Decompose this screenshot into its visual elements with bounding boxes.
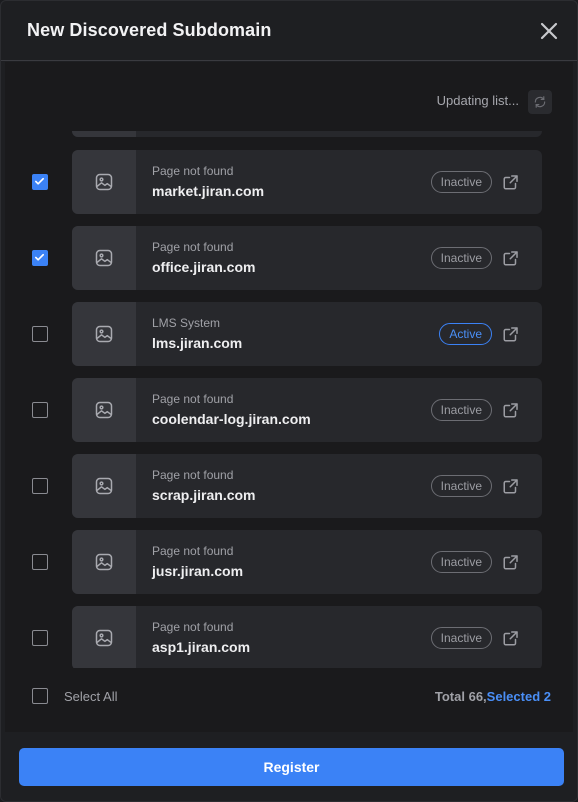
item-checkbox[interactable] <box>32 174 48 190</box>
subdomain-name: office.jiran.com <box>152 259 256 275</box>
subdomain-card[interactable]: Page not found coolendar-log.jiran.com Ina… <box>72 378 542 442</box>
list-item[interactable]: Page not found scrap.jiran.com Inactive <box>5 454 573 518</box>
list-item[interactable]: Page not found office.jiran.com Inactive <box>5 226 573 290</box>
external-link-icon[interactable] <box>502 249 520 267</box>
status-badge: Active <box>439 323 492 345</box>
subdomain-list[interactable]: Page not found market.jiran.com Inactive Pa… <box>5 131 573 668</box>
image-placeholder-icon <box>72 302 136 366</box>
image-placeholder-icon <box>72 378 136 442</box>
external-link-icon[interactable] <box>502 401 520 419</box>
item-checkbox[interactable] <box>32 326 48 342</box>
subdomain-name: lms.jiran.com <box>152 335 243 351</box>
select-all-checkbox[interactable] <box>32 688 48 704</box>
total-count: Total 66, <box>434 689 487 704</box>
item-checkbox[interactable] <box>32 630 48 646</box>
image-placeholder-icon <box>72 150 136 214</box>
page-title-text: Page not found <box>152 392 234 406</box>
page-title-text: Page not found <box>152 620 234 634</box>
list-item[interactable]: Page not found jusr.jiran.com Inactive <box>5 530 573 594</box>
close-icon[interactable] <box>537 19 561 43</box>
page-title-text: Page not found <box>152 164 234 178</box>
subdomain-card[interactable]: LMS System lms.jiran.com Active <box>72 302 542 366</box>
list-item[interactable]: Page not found market.jiran.com Inactive <box>5 150 573 214</box>
subdomain-name: coolendar-log.jiran.com <box>152 411 311 427</box>
modal-header: New Discovered Subdomain <box>1 1 577 61</box>
subdomain-card[interactable]: Page not found scrap.jiran.com Inactive <box>72 454 542 518</box>
list-item[interactable]: Page not found asp1.jiran.com Inactive <box>5 606 573 668</box>
refresh-icon[interactable] <box>528 90 552 114</box>
subdomain-card[interactable]: Page not found office.jiran.com Inactive <box>72 226 542 290</box>
status-badge: Inactive <box>430 247 492 269</box>
register-button[interactable]: Register <box>19 748 564 786</box>
external-link-icon[interactable] <box>502 629 520 647</box>
page-title-text: Page not found <box>152 240 234 254</box>
status-badge: Inactive <box>430 551 492 573</box>
subdomain-name: market.jiran.com <box>152 183 265 199</box>
status-badge: Inactive <box>430 627 492 649</box>
external-link-icon[interactable] <box>502 553 520 571</box>
item-checkbox[interactable] <box>32 402 48 418</box>
subdomain-name: jusr.jiran.com <box>152 563 244 579</box>
modal-title: New Discovered Subdomain <box>27 20 272 40</box>
modal-body: Updating list... Page not found market.ji… <box>5 62 573 732</box>
image-placeholder-icon <box>72 226 136 290</box>
page-title-text: Page not found <box>152 544 234 558</box>
subdomain-name: asp1.jiran.com <box>152 639 251 655</box>
list-item[interactable]: LMS System lms.jiran.com Active <box>5 302 573 366</box>
item-checkbox[interactable] <box>32 554 48 570</box>
subdomain-card[interactable]: Page not found asp1.jiran.com Inactive <box>72 606 542 668</box>
subdomain-name: scrap.jiran.com <box>152 487 256 503</box>
status-badge: Inactive <box>430 171 492 193</box>
external-link-icon[interactable] <box>502 325 520 343</box>
page-title-text: Page not found <box>152 468 234 482</box>
list-footer: Select All Total 66,Selected 2 <box>5 681 573 711</box>
image-placeholder-icon <box>72 454 136 518</box>
image-placeholder-icon <box>72 530 136 594</box>
image-placeholder-icon <box>72 606 136 668</box>
select-all-label: Select All <box>64 689 118 704</box>
list-item[interactable]: Page not found coolendar-log.jiran.com Ina… <box>5 378 573 442</box>
external-link-icon[interactable] <box>502 477 520 495</box>
updating-status: Updating list... <box>436 93 519 108</box>
subdomain-modal: New Discovered Subdomain Updating list..… <box>0 0 578 802</box>
selected-count: Selected 2 <box>486 689 551 704</box>
selection-summary: Total 66,Selected 2 <box>435 689 551 704</box>
list-item-partial <box>72 131 542 137</box>
status-badge: Inactive <box>430 475 492 497</box>
item-checkbox[interactable] <box>32 250 48 266</box>
modal-footer: Register <box>1 732 577 801</box>
page-title-text: LMS System <box>152 316 221 330</box>
external-link-icon[interactable] <box>502 173 520 191</box>
subdomain-card[interactable]: Page not found jusr.jiran.com Inactive <box>72 530 542 594</box>
status-badge: Inactive <box>430 399 492 421</box>
item-checkbox[interactable] <box>32 478 48 494</box>
subdomain-card[interactable]: Page not found market.jiran.com Inactive <box>72 150 542 214</box>
